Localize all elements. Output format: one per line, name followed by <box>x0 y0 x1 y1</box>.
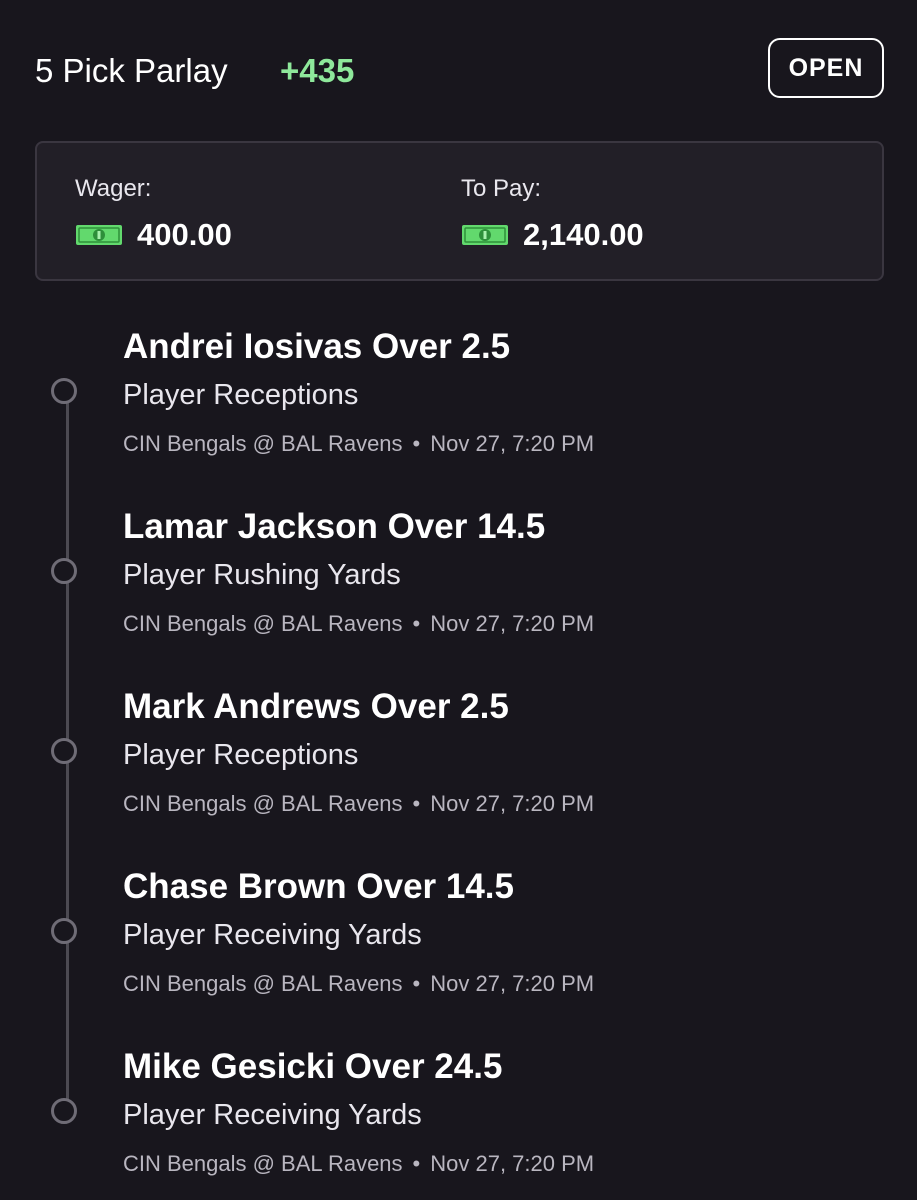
pick-time: Nov 27, 7:20 PM <box>430 431 595 456</box>
pick-game-info: CIN Bengals @ BAL Ravens • Nov 27, 7:20 PM <box>123 431 594 457</box>
pick-title: Mark Andrews Over 2.5 <box>123 687 509 726</box>
pick-title: Lamar Jackson Over 14.5 <box>123 507 546 546</box>
pick-market: Player Receiving Yards <box>123 919 422 951</box>
pick-title: Chase Brown Over 14.5 <box>123 867 514 906</box>
pick-item[interactable]: Andrei Iosivas Over 2.5 Player Reception… <box>0 320 917 480</box>
timeline-dot-icon <box>51 918 77 944</box>
timeline-dot-icon <box>51 378 77 404</box>
timeline-dot-icon <box>51 738 77 764</box>
pick-time: Nov 27, 7:20 PM <box>430 971 595 996</box>
pick-list: Andrei Iosivas Over 2.5 Player Reception… <box>0 0 917 1200</box>
pick-game-info: CIN Bengals @ BAL Ravens • Nov 27, 7:20 PM <box>123 611 594 637</box>
pick-matchup: CIN Bengals @ BAL Ravens <box>123 431 403 456</box>
pick-market: Player Receiving Yards <box>123 1099 422 1131</box>
pick-item[interactable]: Mike Gesicki Over 24.5 Player Receiving … <box>0 1040 917 1200</box>
pick-market: Player Receptions <box>123 379 359 411</box>
pick-time: Nov 27, 7:20 PM <box>430 791 595 816</box>
meta-separator: • <box>412 791 421 816</box>
pick-item[interactable]: Lamar Jackson Over 14.5 Player Rushing Y… <box>0 500 917 660</box>
pick-matchup: CIN Bengals @ BAL Ravens <box>123 1151 403 1176</box>
pick-item[interactable]: Chase Brown Over 14.5 Player Receiving Y… <box>0 860 917 1020</box>
meta-separator: • <box>412 611 421 636</box>
meta-separator: • <box>412 971 421 996</box>
timeline-dot-icon <box>51 558 77 584</box>
pick-matchup: CIN Bengals @ BAL Ravens <box>123 611 403 636</box>
pick-matchup: CIN Bengals @ BAL Ravens <box>123 971 403 996</box>
meta-separator: • <box>412 1151 421 1176</box>
pick-market: Player Receptions <box>123 739 359 771</box>
pick-game-info: CIN Bengals @ BAL Ravens • Nov 27, 7:20 PM <box>123 791 594 817</box>
pick-title: Mike Gesicki Over 24.5 <box>123 1047 503 1086</box>
pick-game-info: CIN Bengals @ BAL Ravens • Nov 27, 7:20 PM <box>123 971 594 997</box>
pick-title: Andrei Iosivas Over 2.5 <box>123 327 511 366</box>
timeline-dot-icon <box>51 1098 77 1124</box>
pick-matchup: CIN Bengals @ BAL Ravens <box>123 791 403 816</box>
pick-item[interactable]: Mark Andrews Over 2.5 Player Receptions … <box>0 680 917 840</box>
pick-time: Nov 27, 7:20 PM <box>430 1151 595 1176</box>
pick-time: Nov 27, 7:20 PM <box>430 611 595 636</box>
pick-market: Player Rushing Yards <box>123 559 401 591</box>
meta-separator: • <box>412 431 421 456</box>
pick-game-info: CIN Bengals @ BAL Ravens • Nov 27, 7:20 PM <box>123 1151 594 1177</box>
